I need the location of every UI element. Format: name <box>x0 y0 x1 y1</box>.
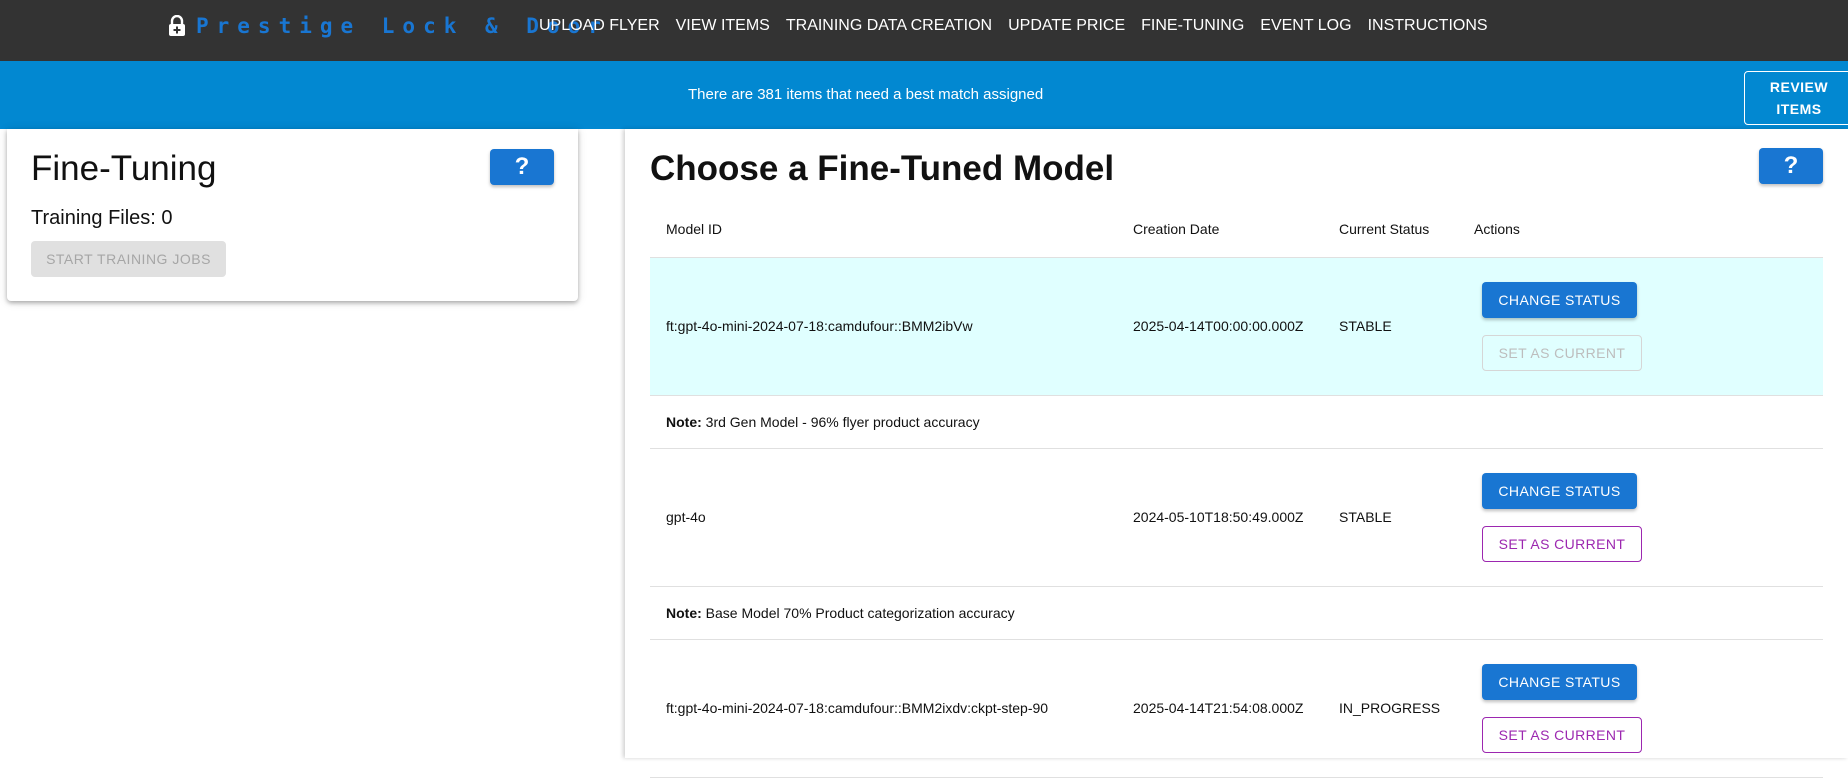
nav-links: UPLOAD FLYER VIEW ITEMS TRAINING DATA CR… <box>539 17 1504 35</box>
lock-icon <box>168 14 186 37</box>
column-header-current-status: Current Status <box>1339 221 1430 237</box>
note-text: 3rd Gen Model - 96% flyer product accura… <box>705 414 980 430</box>
column-header-actions: Actions <box>1474 221 1520 237</box>
table-row: ft:gpt-4o-mini-2024-07-18:camdufour::BMM… <box>650 640 1823 778</box>
table-row: ft:gpt-4o-mini-2024-07-18:camdufour::BMM… <box>650 258 1823 396</box>
nav-link-training-data-creation[interactable]: TRAINING DATA CREATION <box>786 17 992 35</box>
models-table: Model ID Creation Date Current Status Ac… <box>650 200 1823 778</box>
nav-link-view-items[interactable]: VIEW ITEMS <box>676 17 770 35</box>
column-header-model-id: Model ID <box>666 221 723 237</box>
note-row: Note: Base Model 70% Product categorizat… <box>650 587 1823 640</box>
note-text: Base Model 70% Product categorization ac… <box>705 605 1015 621</box>
change-status-button[interactable]: CHANGE STATUS <box>1482 282 1637 318</box>
top-navbar: Prestige Lock & Door UPLOAD FLYER VIEW I… <box>0 0 1848 61</box>
model-id: ft:gpt-4o-mini-2024-07-18:camdufour::BMM… <box>666 318 973 334</box>
fine-tuning-help-button[interactable]: ? <box>490 149 554 185</box>
review-button-line2: ITEMS <box>1776 101 1822 117</box>
nav-link-event-log[interactable]: EVENT LOG <box>1260 17 1351 35</box>
set-as-current-button[interactable]: SET AS CURRENT <box>1482 717 1642 753</box>
model-chooser-panel: Choose a Fine-Tuned Model ? Model ID Cre… <box>625 129 1848 778</box>
start-training-jobs-button: START TRAINING JOBS <box>31 241 226 277</box>
fine-tuning-card: Fine-Tuning ? Training Files: 0 START TR… <box>7 129 578 301</box>
model-chooser-title: Choose a Fine-Tuned Model <box>650 149 1115 188</box>
training-files-count: Training Files: 0 <box>31 207 173 229</box>
current-status: STABLE <box>1339 318 1392 334</box>
change-status-button[interactable]: CHANGE STATUS <box>1482 473 1637 509</box>
creation-date: 2025-04-14T21:54:08.000Z <box>1133 700 1304 716</box>
table-row: gpt-4o 2024-05-10T18:50:49.000Z STABLE C… <box>650 449 1823 587</box>
note-label: Note: <box>666 414 702 430</box>
creation-date: 2024-05-10T18:50:49.000Z <box>1133 509 1304 525</box>
current-status: STABLE <box>1339 509 1392 525</box>
change-status-button[interactable]: CHANGE STATUS <box>1482 664 1637 700</box>
fine-tuning-title: Fine-Tuning <box>31 149 217 188</box>
review-button-line1: REVIEW <box>1769 79 1829 95</box>
set-as-current-button: SET AS CURRENT <box>1482 335 1642 371</box>
nav-link-upload-flyer[interactable]: UPLOAD FLYER <box>539 17 660 35</box>
review-items-button[interactable]: REVIEW ITEMS <box>1744 71 1848 125</box>
table-header: Model ID Creation Date Current Status Ac… <box>650 200 1823 258</box>
creation-date: 2025-04-14T00:00:00.000Z <box>1133 318 1304 334</box>
note-label: Note: <box>666 605 702 621</box>
model-note: Note: 3rd Gen Model - 96% flyer product … <box>666 414 980 430</box>
model-id: ft:gpt-4o-mini-2024-07-18:camdufour::BMM… <box>666 700 1049 716</box>
model-chooser-help-button[interactable]: ? <box>1759 148 1823 184</box>
set-as-current-button[interactable]: SET AS CURRENT <box>1482 526 1642 562</box>
current-status: IN_PROGRESS <box>1339 700 1441 716</box>
alert-banner: There are 381 items that need a best mat… <box>0 61 1848 129</box>
model-note: Note: Base Model 70% Product categorizat… <box>666 605 1015 621</box>
nav-link-fine-tuning[interactable]: FINE-TUNING <box>1141 17 1244 35</box>
nav-link-update-price[interactable]: UPDATE PRICE <box>1008 17 1125 35</box>
column-header-creation-date: Creation Date <box>1133 221 1220 237</box>
model-id: gpt-4o <box>666 509 706 525</box>
nav-link-instructions[interactable]: INSTRUCTIONS <box>1368 17 1488 35</box>
banner-message: There are 381 items that need a best mat… <box>688 86 1044 103</box>
note-row: Note: 3rd Gen Model - 96% flyer product … <box>650 396 1823 449</box>
